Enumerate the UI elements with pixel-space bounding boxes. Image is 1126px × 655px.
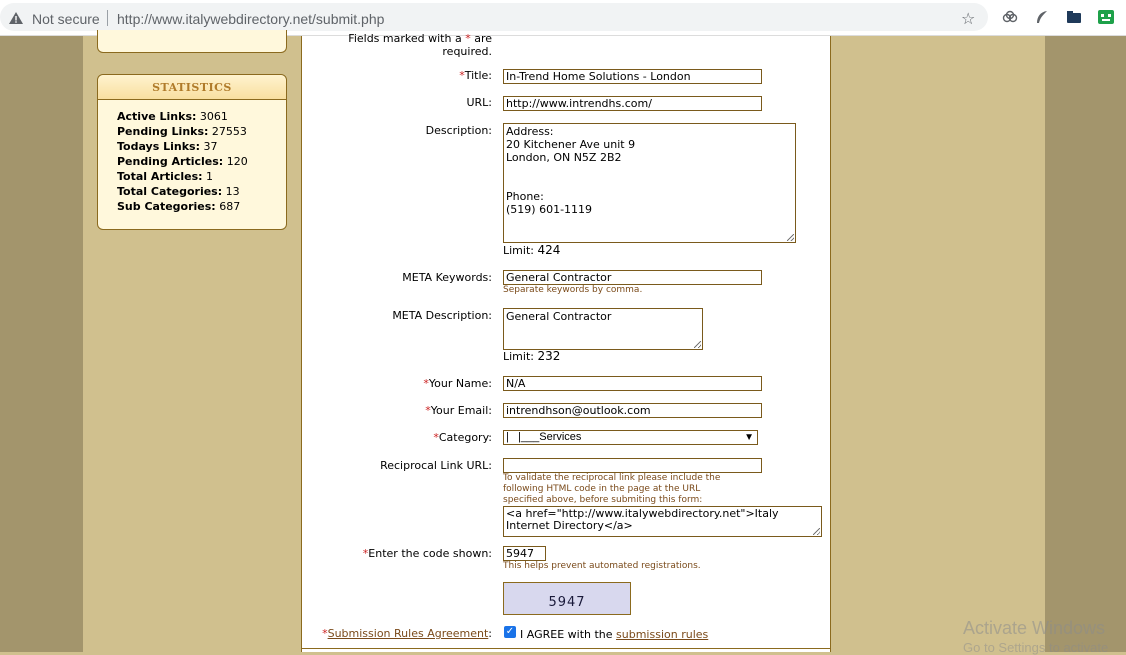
resize-handle-icon[interactable] (787, 234, 794, 241)
your-email-input[interactable]: intrendhson@outlook.com (503, 403, 762, 418)
address-separator (107, 10, 108, 26)
stat-pending-links: Pending Links: 27553 (117, 125, 247, 138)
your-name-label: *Your Name: (423, 377, 492, 390)
resize-handle-icon[interactable] (694, 341, 701, 348)
code-input[interactable]: 5947 (503, 546, 546, 561)
captcha-image: 5947 (503, 582, 631, 615)
url-label: URL: (466, 96, 492, 109)
statistics-title: STATISTICS (98, 75, 286, 100)
bookmark-star-icon[interactable]: ☆ (961, 9, 975, 28)
stat-pending-articles: Pending Articles: 120 (117, 155, 248, 168)
submission-rules-link[interactable]: submission rules (616, 628, 708, 641)
windows-watermark: Activate Windows (963, 618, 1106, 638)
stat-todays-links: Todays Links: 37 (117, 140, 218, 153)
agreement-link[interactable]: Submission Rules Agreement (328, 627, 489, 640)
submit-form: Fields marked with a * are required. *Ti… (301, 32, 831, 652)
your-name-input[interactable]: N/A (503, 376, 762, 391)
url-text[interactable]: http://www.italywebdirectory.net/submit.… (117, 11, 384, 27)
address-bar[interactable]: Not secure http://www.italywebdirectory.… (0, 3, 988, 31)
form-bottom-border (302, 648, 830, 649)
extension-robot-icon[interactable] (1098, 9, 1114, 25)
meta-description-textarea[interactable]: General Contractor (503, 308, 703, 350)
resize-handle-icon[interactable] (813, 528, 820, 535)
stat-total-articles: Total Articles: 1 (117, 170, 214, 183)
title-input[interactable]: In-Trend Home Solutions - London (503, 69, 762, 84)
category-select[interactable]: | |___Services ▼ (503, 430, 758, 445)
category-label: *Category: (433, 431, 492, 444)
right-margin (1045, 36, 1126, 652)
statistics-list: Active Links: 3061 Pending Links: 27553 … (98, 100, 286, 214)
agree-checkbox[interactable]: ✓ (504, 626, 516, 638)
stat-total-categories: Total Categories: 13 (117, 185, 240, 198)
chevron-down-icon: ▼ (744, 432, 754, 443)
warning-icon[interactable] (9, 12, 23, 27)
code-hint: This helps prevent automated registratio… (503, 561, 701, 571)
reciprocal-code-text: <a href="http://www.italywebdirectory.ne… (506, 507, 779, 532)
meta-keywords-hint: Separate keywords by comma. (503, 285, 643, 295)
description-text: Address: 20 Kitchener Ave unit 9 London,… (506, 125, 636, 216)
reciprocal-hint: To validate the reciprocal link please i… (503, 473, 721, 505)
agree-text: I AGREE with the submission rules (520, 628, 709, 641)
reciprocal-input[interactable] (503, 458, 762, 473)
extension-folder-icon[interactable] (1066, 9, 1082, 25)
category-selected: | |___Services (506, 431, 582, 443)
url-input[interactable]: http://www.intrendhs.com/ (503, 96, 762, 111)
meta-keywords-label: META Keywords: (402, 271, 492, 284)
title-label: *Title: (459, 69, 492, 82)
security-label[interactable]: Not secure (32, 11, 100, 27)
required-note: Fields marked with a * are required. (348, 32, 492, 58)
your-email-label: *Your Email: (425, 404, 492, 417)
statistics-box: STATISTICS Active Links: 3061 Pending Li… (97, 74, 287, 230)
description-label: Description: (425, 124, 492, 137)
sidebar-previous-box (97, 30, 287, 53)
windows-watermark-sub: Go to Settings to activate (963, 640, 1109, 655)
stat-active-links: Active Links: 3061 (117, 110, 228, 123)
reciprocal-code-textarea[interactable]: <a href="http://www.italywebdirectory.ne… (503, 506, 822, 537)
meta-keywords-input[interactable]: General Contractor (503, 270, 762, 285)
meta-description-text: General Contractor (506, 310, 612, 323)
left-margin (0, 36, 83, 652)
reciprocal-label: Reciprocal Link URL: (380, 459, 492, 472)
code-label: *Enter the code shown: (362, 547, 492, 560)
agreement-label: *Submission Rules Agreement: (322, 627, 492, 640)
extension-cloud-icon[interactable] (1002, 9, 1018, 25)
description-textarea[interactable]: Address: 20 Kitchener Ave unit 9 London,… (503, 123, 796, 243)
stat-sub-categories: Sub Categories: 687 (117, 200, 241, 213)
meta-description-label: META Description: (392, 309, 492, 322)
extension-feather-icon[interactable] (1034, 9, 1050, 25)
description-limit: Limit: 424 (503, 243, 561, 257)
meta-description-limit: Limit: 232 (503, 349, 561, 363)
